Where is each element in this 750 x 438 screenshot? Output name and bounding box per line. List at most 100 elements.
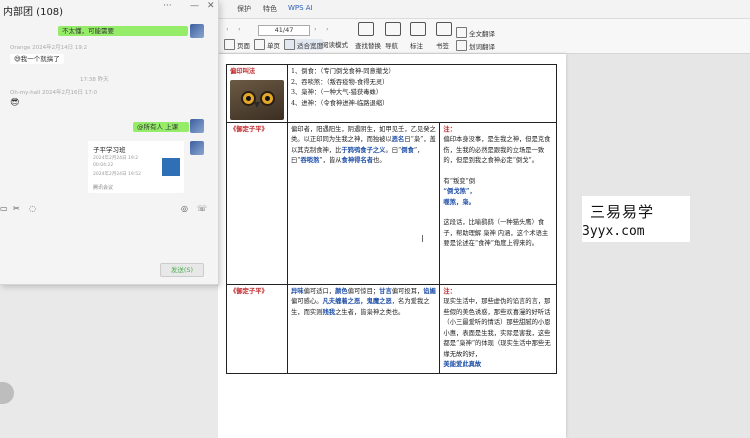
card-line: 00:04:22: [93, 163, 114, 168]
watermark-line1: 三易易学: [590, 203, 655, 221]
more-icon[interactable]: ···: [163, 1, 172, 11]
table-cell: 《御定子平》: [226, 121, 288, 285]
card-line: 2024年2月24日 19:52: [93, 172, 141, 177]
content-table: 偏印叫法 1、倒食：（专门倒戈食神-同意撤戈） 2、吞啖煞：（叛吞疫物-食得无灵…: [226, 64, 557, 374]
message-bubble[interactable]: 😅我一个就搞了: [10, 54, 64, 64]
table-cell: 注： 现实生活中，那些虚伪的谄言的言，那些假的美色诱惑，那些欢喜漫的好听话（小三…: [439, 283, 557, 374]
body-bold: 于鸦鸮食子之义: [341, 146, 386, 154]
annotate-icon[interactable]: [410, 22, 426, 36]
meeting-card[interactable]: 子平学习班 2024年2月24日 19:2 00:04:22 2024年2月24…: [88, 141, 184, 193]
single-page-icon: [254, 39, 265, 50]
body-text: 。曰“: [385, 146, 402, 154]
note-bold: 噬煞，枭。: [443, 198, 475, 206]
body-bold: 谄媚: [423, 287, 436, 295]
body-text: 也。: [373, 157, 386, 164]
outline-icon[interactable]: [385, 22, 401, 36]
body-bold: 异味: [291, 287, 304, 295]
body-text: 偏可投耳，: [391, 287, 424, 295]
body-text: 偏可感心。: [291, 298, 323, 305]
up-icon[interactable]: ‹: [238, 25, 241, 33]
card-title: 子平学习班: [93, 146, 126, 154]
send-button[interactable]: 发送(S): [160, 263, 204, 277]
fit-width-button[interactable]: 适合宽度: [284, 39, 323, 50]
page-indicator[interactable]: 41/47: [258, 25, 310, 36]
read-mode-label: 阅读模式: [322, 41, 348, 49]
word-translate-label: 划词翻译: [469, 42, 495, 51]
page-icon: [224, 39, 235, 50]
single-page-button[interactable]: 单页: [254, 39, 280, 50]
body-text: ”，皆从: [319, 157, 342, 164]
page-view-label: 页面: [237, 41, 250, 50]
body-bold: 凡夫缠着之恶，鬼: [322, 298, 373, 305]
background-panel: [0, 286, 218, 438]
full-translate-label: 全文翻译: [469, 29, 495, 38]
message-bubble[interactable]: @所有人 上课: [133, 122, 189, 132]
body-bold: 魔之恶: [372, 298, 392, 305]
body-bold: 残我: [322, 308, 336, 316]
body-text: 偏可适口，: [303, 287, 336, 295]
body-text: 偏可惊目；: [347, 287, 380, 295]
bookmark-label[interactable]: 书签: [436, 40, 449, 50]
chat-title: 内部团 (108): [3, 7, 64, 18]
owl-beak: [254, 101, 260, 108]
tab-wps-ai[interactable]: WPS AI: [288, 4, 313, 12]
table-cell: 异味偏可适口，颜色偏可惊目；甘言偏可投耳，谄媚偏可感心。凡夫缠着之恶，鬼魔之恶，…: [286, 283, 441, 374]
fit-width-icon: [284, 39, 295, 50]
folder-icon[interactable]: ▭: [0, 204, 8, 213]
find-replace-icon[interactable]: [358, 22, 374, 36]
chat-window: 内部团 (108) ··· — ✕ 不太懂，可能需要 Orange 2024年2…: [0, 0, 219, 285]
back-icon[interactable]: ‹: [226, 25, 229, 33]
table-row: 《御定子平》 偏印者，阳遇阳生，阴遇阴生，如甲见壬，乙见癸之类。以正印同为生我之…: [226, 121, 557, 285]
mic-icon[interactable]: ◎: [181, 204, 188, 213]
avatar[interactable]: [190, 24, 204, 38]
word-translate-button[interactable]: 划词翻译: [456, 40, 495, 51]
avatar[interactable]: [190, 119, 204, 133]
owl-eye-right: [260, 90, 275, 106]
note-text: 有“叛变”倒: [443, 177, 476, 185]
table-cell: 偏印者，阳遇阳生，阴遇阴生，如甲见壬，乙见癸之类。以正印同为生我之神，而独被以恶…: [286, 121, 441, 285]
table-row: 偏印叫法 1、倒食：（专门倒戈食神-同意撤戈） 2、吞啖煞：（叛吞疫物-食得无灵…: [226, 64, 557, 123]
body-bold: 倒食: [401, 146, 414, 154]
document-page: 偏印叫法 1、倒食：（专门倒戈食神-同意撤戈） 2、吞啖煞：（叛吞疫物-食得无灵…: [218, 54, 566, 438]
annotate-label[interactable]: 标注: [410, 40, 423, 50]
message-meta: Oh-my-hall 2024年2月16日 17:0: [10, 90, 98, 96]
full-translate-button[interactable]: 全文翻译: [456, 27, 495, 38]
note-text: 现实生活中，那些虚伪的谄言的言，那些假的美色诱惑，那些欢喜漫的好听话（小三最爱听…: [443, 298, 551, 358]
timestamp: 17:38 昨天: [80, 77, 109, 83]
single-label: 单页: [267, 41, 280, 50]
watermark-line2: 3yyx.com: [582, 224, 645, 239]
minimize-icon[interactable]: —: [190, 1, 199, 11]
find-replace-label[interactable]: 查找替换: [355, 40, 381, 50]
note-label: 注：: [443, 287, 457, 295]
chat-history-icon[interactable]: ◌: [29, 204, 36, 213]
table-cell: 1、倒食：（专门倒戈食神-同意撤戈） 2、吞啖煞：（叛吞疫物-食得无灵） 3、枭…: [287, 64, 557, 123]
note-text: 偏印本身没事，是生我之神，但是克食伤，生我的必然是跟我的立场是一致的，但是到我之…: [443, 136, 551, 164]
owl-image: [230, 79, 284, 120]
forward-icon[interactable]: ›: [326, 25, 329, 33]
row3-title: 《御定子平》: [230, 287, 268, 295]
avatar[interactable]: [190, 141, 204, 155]
emoji-icon: 😎: [10, 98, 20, 108]
card-line: 2024年2月24日 19:2: [93, 156, 139, 161]
tab-features[interactable]: 特色: [263, 4, 277, 14]
table-cell: 注： 偏印本身没事，是生我之神，但是克食伤，生我的必然是跟我的立场是一致的，但是…: [439, 121, 557, 285]
read-mode-button[interactable]: 阅读模式: [322, 39, 348, 49]
translate-icon: [456, 27, 467, 38]
note-bold: 美能爱此真故: [443, 361, 482, 368]
word-translate-icon: [456, 40, 467, 51]
message-text: 我一个就搞了: [20, 55, 60, 63]
outline-label[interactable]: 导航: [385, 40, 398, 50]
phone-icon[interactable]: ☏: [197, 204, 207, 213]
card-footer: 腾讯会议: [93, 185, 114, 191]
tab-protect[interactable]: 保护: [237, 4, 251, 14]
note-label: 注：: [443, 125, 457, 133]
smile-icon: 😅: [14, 55, 21, 63]
message-bubble[interactable]: 不太懂，可能需要: [58, 26, 188, 36]
page-view-button[interactable]: 页面: [224, 39, 250, 50]
close-icon[interactable]: ✕: [207, 1, 215, 11]
bookmark-icon[interactable]: [436, 22, 452, 36]
row2-title: 《御定子平》: [230, 125, 268, 133]
down-icon[interactable]: ›: [314, 25, 317, 33]
note-text: 这段话，比喻鹞鸱（一种猫头鹰）食子，帮助理解 枭神 内涵，这个术语主要是论述在“…: [443, 219, 549, 247]
scissors-icon[interactable]: ✂: [13, 204, 20, 213]
